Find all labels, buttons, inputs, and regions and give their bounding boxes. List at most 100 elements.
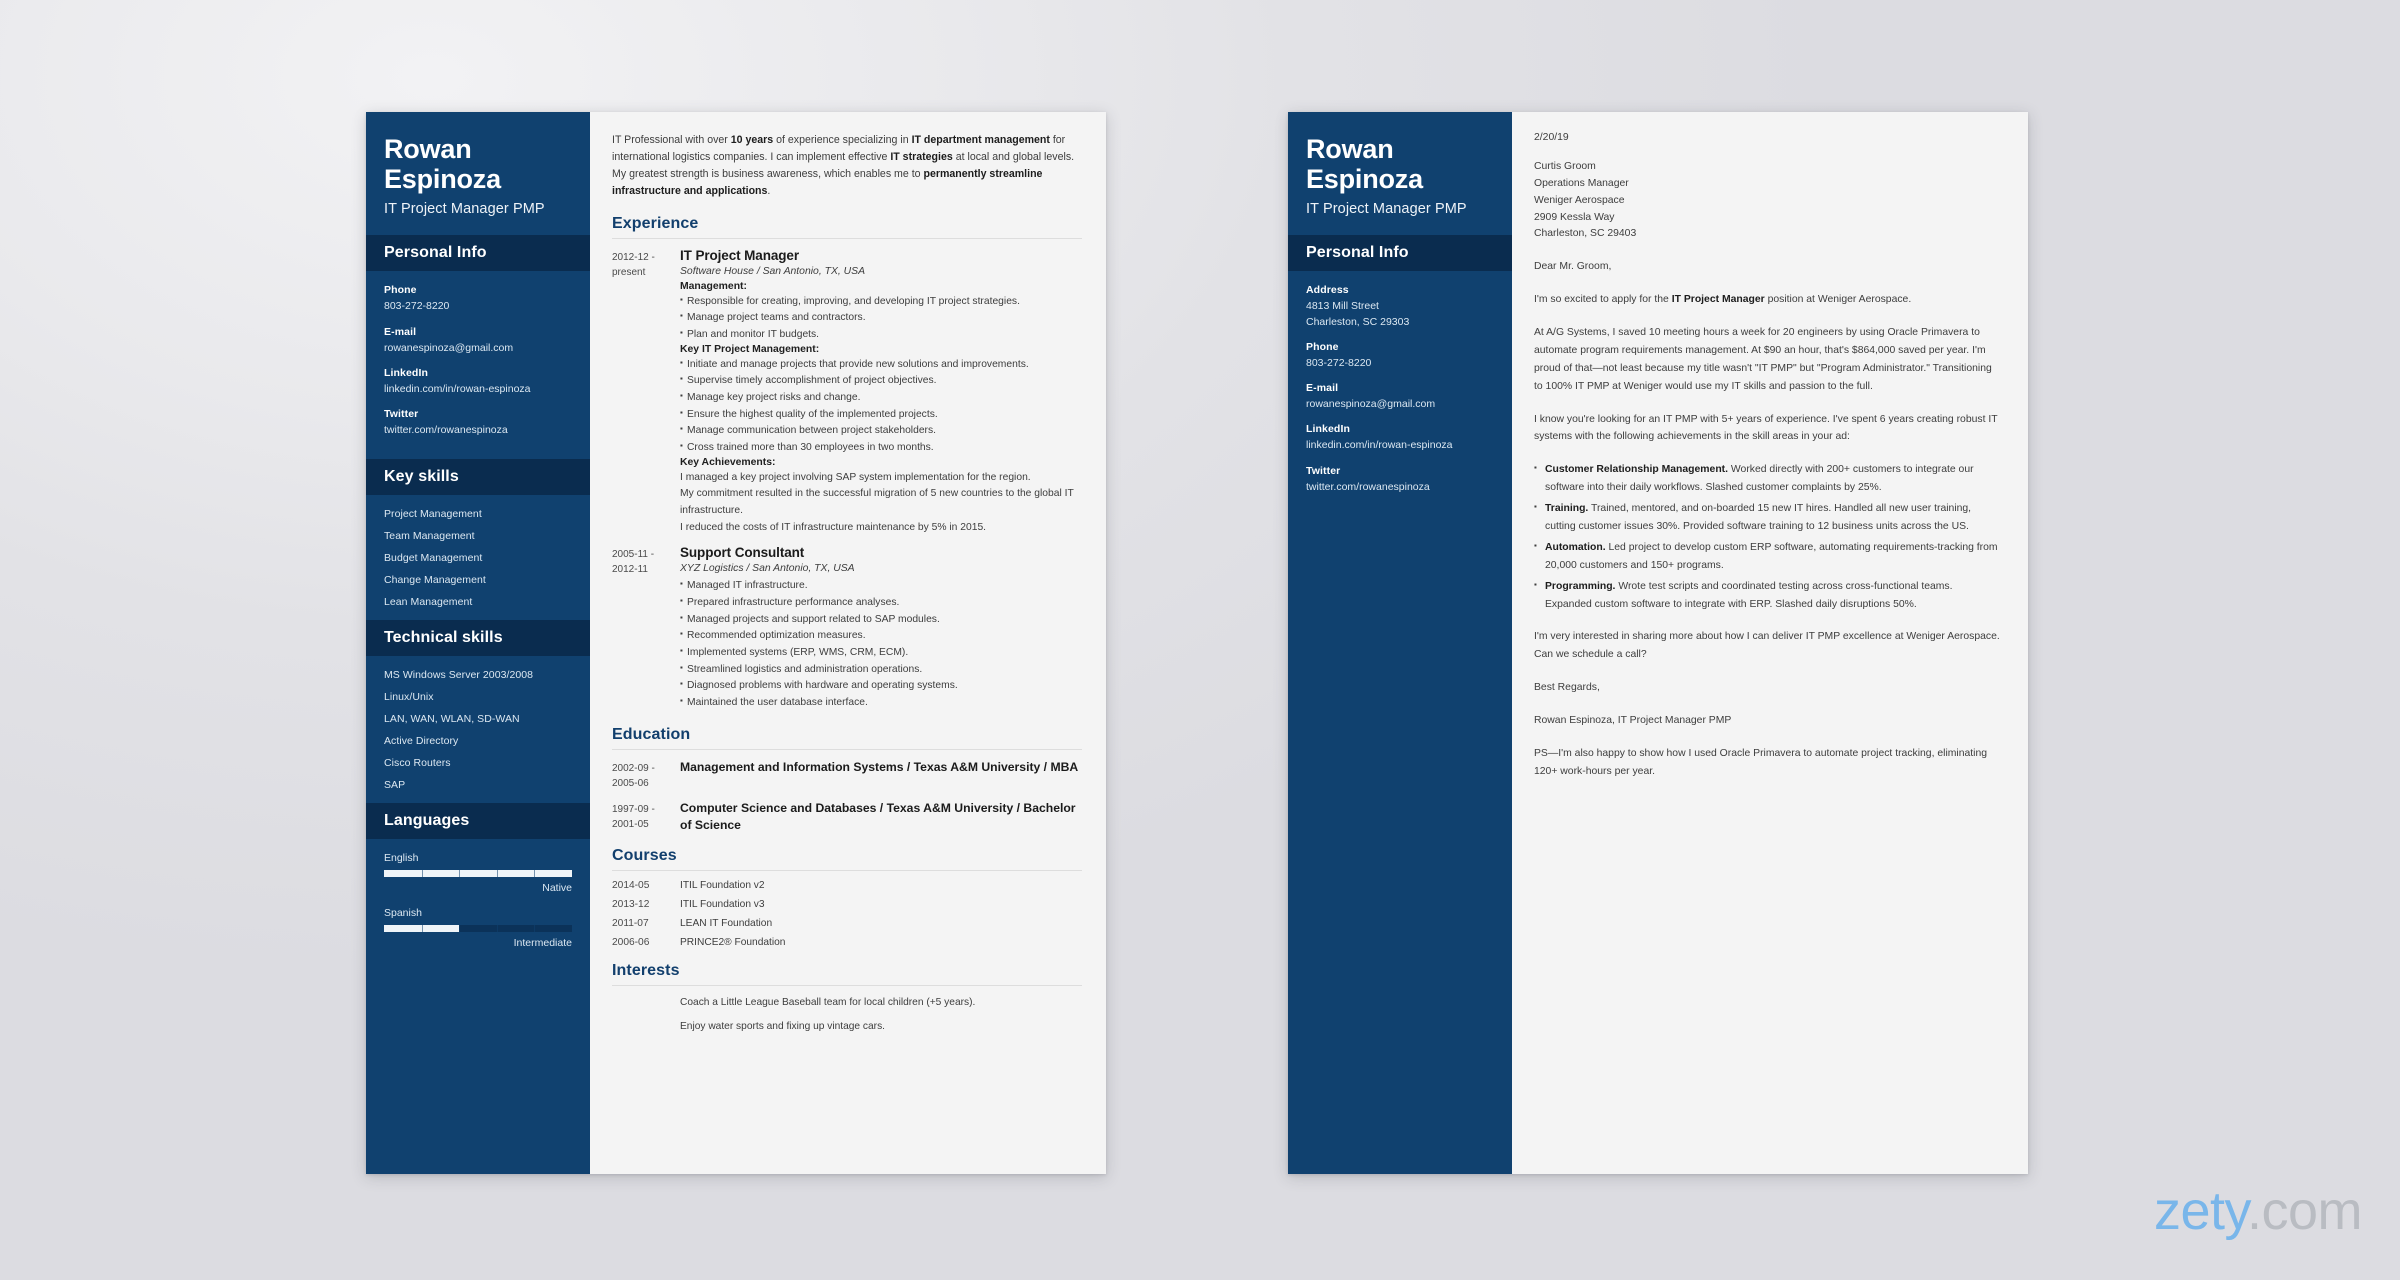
contact-item: Phone 803-272-8220	[1306, 341, 1494, 371]
language-bar-fill	[384, 870, 572, 878]
course-date: 2006-06	[612, 937, 650, 949]
languages-list: English Native Spanish Intermediate	[366, 839, 590, 972]
education-entry: 1997-09 - 2001-05 Computer Science and Da…	[612, 800, 1082, 834]
language-level: Native	[542, 882, 572, 895]
course-row: 2014-05 ITIL Foundation v2	[612, 880, 1082, 891]
section-divider	[612, 237, 1082, 239]
recipient-line: Weniger Aerospace	[1534, 194, 1625, 206]
contact-item: Phone 803-272-8220	[384, 284, 572, 314]
skill-item: Lean Management	[384, 596, 473, 609]
entry-bullet: Ensure the highest quality of the implem…	[680, 407, 1082, 424]
course-date: 2011-07	[612, 918, 649, 930]
language-bar-divider	[459, 925, 461, 933]
entry-bullet: Supervise timely accomplishment of proje…	[680, 373, 1082, 390]
key-skills-list: Project Management Team Management Budget …	[366, 495, 590, 620]
skill-item: MS Windows Server 2003/2008	[384, 669, 534, 682]
first-name: Rowan	[384, 134, 472, 164]
course-name: ITIL Foundation v3	[680, 899, 765, 911]
language-bar-divider	[496, 870, 498, 878]
skill-item: Budget Management	[384, 552, 483, 565]
skill-item: SAP	[384, 779, 406, 792]
skill-item: Project Management	[384, 508, 482, 521]
language-bar-divider	[421, 925, 423, 933]
education-title: Computer Science and Databases / Texas A…	[680, 800, 1076, 832]
letter-achievement-bullet: Training. Trained, mentored, and on-boar…	[1534, 500, 2002, 536]
entry-company: XYZ Logistics / San Antonio, TX, USA	[680, 563, 855, 575]
recipient-line: Charleston, SC 29403	[1534, 228, 1637, 240]
entry-date: 2005-11 - 2012-11	[612, 549, 655, 576]
entry-role: Support Consultant	[680, 545, 805, 561]
section-divider	[612, 870, 1082, 872]
watermark-tld: .com	[2246, 1181, 2363, 1241]
contact-item: LinkedIn linkedin.com/in/rowan-espinoza	[384, 367, 572, 397]
resume-page: Rowan Espinoza IT Project Manager PMP Pe…	[366, 112, 1106, 1174]
entry-date: 2002-09 - 2005-06	[612, 762, 655, 789]
section-title-experience: Experience	[612, 214, 699, 232]
language-bar	[384, 870, 572, 878]
course-date: 2013-12	[612, 899, 650, 911]
language-block: English Native	[384, 852, 572, 894]
zety-watermark: zety.com	[2153, 1180, 2363, 1242]
entry-bullet: Streamlined logistics and administration…	[680, 662, 1082, 679]
contact-label: Address	[1306, 284, 1349, 297]
section-heading-languages: Languages	[366, 803, 590, 840]
entry-company: Software House / San Antonio, TX, USA	[680, 265, 866, 277]
letter-paragraph: I know you're looking for an IT PMP with…	[1534, 413, 1998, 443]
entry-role: IT Project Manager	[680, 247, 799, 263]
section-title-education: Education	[612, 725, 691, 743]
entry-bullet: Manage project teams and contractors.	[680, 310, 1082, 327]
entry-bullet: Managed projects and support related to …	[680, 612, 1082, 629]
job-title: IT Project Manager PMP	[1306, 201, 1467, 218]
section-title-interests: Interests	[612, 962, 680, 980]
course-row: 2011-07 LEAN IT Foundation	[612, 918, 1082, 929]
contact-list: Phone 803-272-8220 E-mail rowanespinoza@gma…	[366, 271, 590, 459]
resume-sidebar: Rowan Espinoza IT Project Manager PMP Pe…	[366, 112, 590, 1174]
interest-text: Enjoy water sports and fixing up vintage…	[680, 1021, 885, 1033]
letter-paragraph: At A/G Systems, I saved 10 meeting hours…	[1534, 327, 1992, 392]
contact-item: Address 4813 Mill Street Charleston, SC 29…	[1306, 284, 1494, 329]
experience-list: 2012-12 - present IT Project Manager Softw…	[612, 248, 1082, 712]
entry-plain-line: I managed a key project involving SAP sy…	[680, 471, 1031, 483]
entry-bullet: Managed IT infrastructure.	[680, 578, 1082, 595]
contact-label: E-mail	[1306, 382, 1339, 395]
letter-closing-paragraph: PS—I'm also happy to show how I used Ora…	[1534, 748, 1988, 777]
section-divider	[612, 985, 1082, 987]
contact-value: twitter.com/rowanespinoza	[384, 424, 508, 437]
professional-summary: IT Professional with over 10 years of ex…	[612, 134, 1075, 198]
watermark-brand: zety	[2153, 1181, 2248, 1241]
contact-item: Twitter twitter.com/rowanespinoza	[384, 408, 572, 438]
section-divider	[612, 748, 1082, 750]
contact-list: Address 4813 Mill Street Charleston, SC 29…	[1288, 271, 1512, 515]
recipient-line: Operations Manager	[1534, 177, 1629, 189]
entry-group-label: Key Achievements:	[680, 456, 776, 468]
entry-plain-line: I reduced the costs of IT infrastructure…	[680, 521, 987, 533]
course-row: 2006-06 PRINCE2® Foundation	[612, 937, 1082, 948]
interest-row: Coach a Little League Baseball team for …	[612, 995, 1082, 1011]
recipient-address-block: Curtis Groom Operations Manager Weniger Ae…	[1534, 159, 2002, 243]
letter-name-block: Rowan Espinoza IT Project Manager PMP	[1288, 112, 1512, 235]
language-bar-divider	[459, 870, 461, 878]
skill-item: Change Management	[384, 574, 486, 587]
course-name: ITIL Foundation v2	[680, 880, 765, 892]
entry-bullet: Initiate and manage projects that provid…	[680, 357, 1082, 374]
entry-bullet: Manage communication between project sta…	[680, 423, 1082, 440]
entry-body: Management and Information Systems / Tex…	[674, 759, 1082, 791]
contact-item: LinkedIn linkedin.com/in/rowan-espinoza	[1306, 423, 1494, 453]
contact-item: E-mail rowanespinoza@gmail.com	[384, 326, 572, 356]
salutation: Dear Mr. Groom,	[1534, 261, 1612, 273]
entry-bullet: Plan and monitor IT budgets.	[680, 327, 1082, 344]
entry-bullet: Prepared infrastructure performance anal…	[680, 595, 1082, 612]
letter-closing-list: I'm very interested in sharing more abou…	[1534, 628, 2002, 780]
contact-value: 803-272-8220	[1306, 356, 1372, 369]
letter-sidebar: Rowan Espinoza IT Project Manager PMP Pe…	[1288, 112, 1512, 1174]
contact-value: 803-272-8220	[384, 300, 450, 313]
contact-value: linkedin.com/in/rowan-espinoza	[1306, 439, 1453, 452]
letter-closing-paragraph: Rowan Espinoza, IT Project Manager PMP	[1534, 715, 1732, 727]
entry-bullet: Implemented systems (ERP, WMS, CRM, ECM)…	[680, 645, 1082, 662]
contact-label: LinkedIn	[1306, 423, 1350, 436]
interest-text: Coach a Little League Baseball team for …	[680, 997, 976, 1009]
letter-closing-paragraph: I'm very interested in sharing more abou…	[1534, 631, 2000, 661]
recipient-line: 2909 Kessla Way	[1534, 211, 1615, 223]
recipient-line: Curtis Groom	[1534, 161, 1596, 172]
